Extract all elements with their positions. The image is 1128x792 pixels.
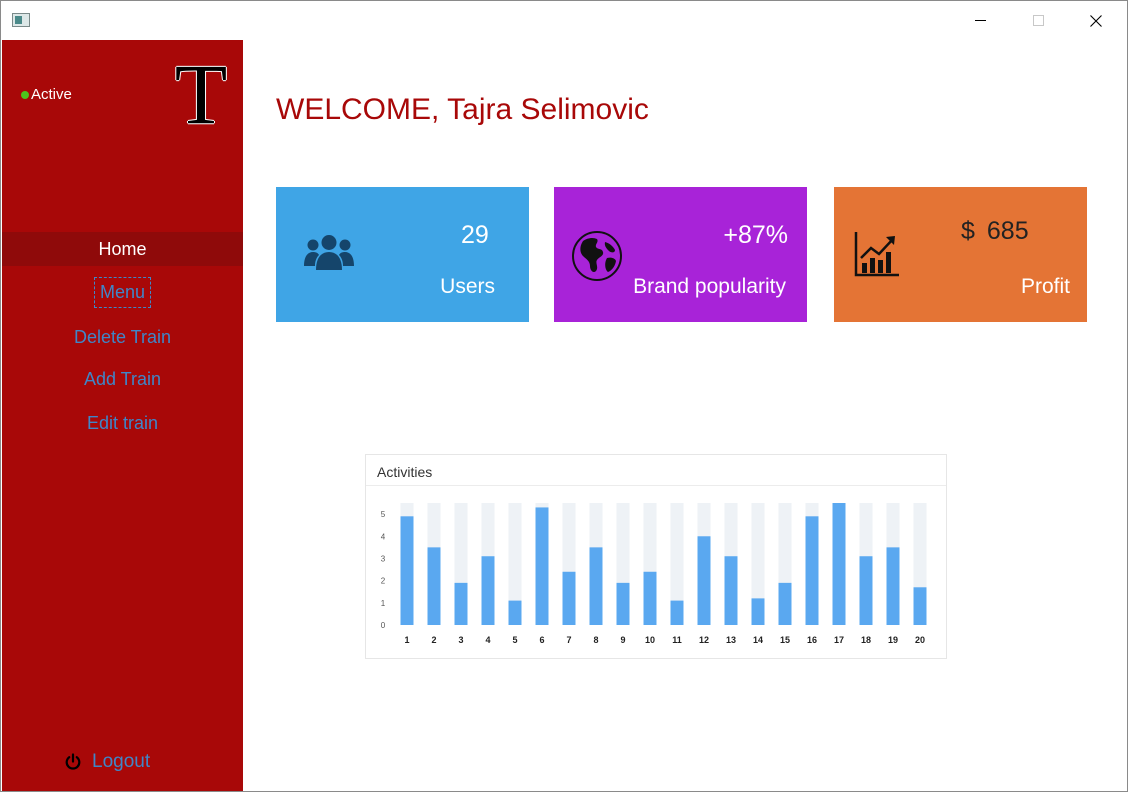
growth-chart-icon xyxy=(854,232,899,277)
x-tick-label: 19 xyxy=(888,635,898,645)
x-tick-label: 1 xyxy=(404,635,409,645)
x-tick-label: 4 xyxy=(485,635,490,645)
bar xyxy=(400,516,414,625)
x-tick-label: 16 xyxy=(807,635,817,645)
users-count: 29 xyxy=(461,221,489,249)
close-button[interactable] xyxy=(1067,1,1125,40)
bar xyxy=(643,571,657,625)
x-tick-label: 5 xyxy=(512,635,517,645)
status-dot-icon xyxy=(21,90,29,99)
y-tick-label: 5 xyxy=(381,510,386,519)
users-icon xyxy=(304,235,354,270)
x-tick-label: 17 xyxy=(834,635,844,645)
x-tick-label: 7 xyxy=(566,635,571,645)
x-tick-label: 9 xyxy=(620,635,625,645)
brand-popularity-card: +87% Brand popularity xyxy=(554,187,807,322)
x-tick-label: 6 xyxy=(539,635,544,645)
bar xyxy=(481,556,495,625)
users-card: 29 Users xyxy=(276,187,529,322)
x-tick-label: 14 xyxy=(753,635,763,645)
brand-popularity-label: Brand popularity xyxy=(633,275,786,298)
x-tick-label: 13 xyxy=(726,635,736,645)
bar xyxy=(913,587,927,625)
app-window-icon xyxy=(12,13,30,27)
page-title: WELCOME, Tajra Selimovic xyxy=(276,93,649,126)
status-label: Active xyxy=(31,86,72,103)
x-tick-label: 11 xyxy=(672,635,682,645)
x-tick-label: 18 xyxy=(861,635,871,645)
nav-item-delete-train[interactable]: Delete Train xyxy=(2,325,243,349)
users-label: Users xyxy=(440,275,495,298)
profit-value: $685 xyxy=(961,217,1029,246)
bar xyxy=(778,582,792,625)
x-tick-label: 10 xyxy=(645,635,655,645)
globe-icon xyxy=(572,231,622,281)
bar xyxy=(454,582,468,625)
activities-chart-panel: Activities 0 1 2 3 4 5 1 2 3 4 5 6 7 8 9 10 11 12 13 14 15 16… xyxy=(365,454,947,659)
bar xyxy=(832,503,846,625)
activities-chart: 0123451 2 3 4 5 6 7 8 9 10 11 12 13 14 15 16 17 18 19 20 xyxy=(381,503,927,645)
bar xyxy=(616,582,630,625)
bar xyxy=(751,598,765,625)
y-tick-label: 2 xyxy=(381,577,386,586)
app-window: Active T Home Menu Delete Train Add Trai… xyxy=(0,0,1128,792)
nav-item-edit-train[interactable]: Edit train xyxy=(2,411,243,435)
x-tick-label: 15 xyxy=(780,635,790,645)
currency-symbol: $ xyxy=(961,217,975,245)
logout-label: Logout xyxy=(92,751,151,772)
brand-popularity-value: +87% xyxy=(723,221,788,249)
profit-card: $685 Profit xyxy=(834,187,1087,322)
bar xyxy=(535,507,549,625)
x-tick-label: 2 xyxy=(431,635,436,645)
bar xyxy=(427,547,441,625)
profit-amount: 685 xyxy=(986,217,1029,245)
x-tick-label: 20 xyxy=(915,635,925,645)
profit-label: Profit xyxy=(1020,275,1070,298)
close-icon xyxy=(1090,14,1102,27)
bar xyxy=(562,571,576,625)
nav-item-home[interactable]: Home xyxy=(2,232,243,266)
bar xyxy=(859,556,873,625)
bar xyxy=(805,516,819,625)
nav-item-menu[interactable]: Menu xyxy=(2,275,243,309)
minimize-icon xyxy=(974,20,986,21)
nav-item-menu-label: Menu xyxy=(93,277,152,308)
bar xyxy=(589,547,603,625)
bar xyxy=(724,556,738,625)
y-tick-label: 1 xyxy=(381,599,386,608)
y-tick-label: 3 xyxy=(381,554,386,563)
nav-item-add-train[interactable]: Add Train xyxy=(2,367,243,391)
logout-button[interactable]: Logout xyxy=(64,751,150,773)
status-indicator: Active xyxy=(21,86,72,103)
bar xyxy=(670,600,684,625)
bar xyxy=(697,536,711,625)
minimize-button[interactable] xyxy=(951,1,1009,40)
logo: T xyxy=(174,46,228,142)
x-tick-label: 3 xyxy=(458,635,463,645)
bar xyxy=(886,547,900,625)
title-bar xyxy=(1,1,1127,40)
y-tick-label: 4 xyxy=(381,532,386,541)
maximize-button[interactable] xyxy=(1009,1,1067,40)
x-tick-label: 12 xyxy=(699,635,709,645)
y-tick-label: 0 xyxy=(381,621,386,630)
maximize-icon xyxy=(1032,15,1044,26)
sidebar: Active T Home Menu Delete Train Add Trai… xyxy=(2,40,243,791)
x-tick-label: 8 xyxy=(593,635,598,645)
power-icon xyxy=(65,753,81,770)
bar xyxy=(508,600,522,625)
